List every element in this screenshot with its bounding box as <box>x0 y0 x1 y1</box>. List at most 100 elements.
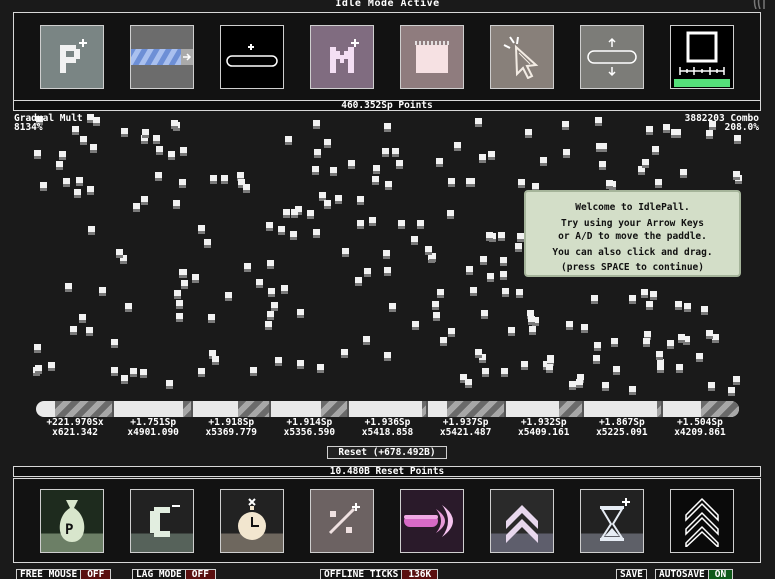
ball <box>90 144 97 153</box>
ball <box>173 200 180 209</box>
upgrade-grid-box[interactable] <box>400 25 464 89</box>
multiplier-fill <box>320 401 348 417</box>
multiplier-segment <box>428 401 506 417</box>
multiplier-segment <box>663 401 739 417</box>
multiplier-fill <box>183 401 191 417</box>
dialog-line: (press SPACE to continue) <box>561 262 704 273</box>
ball <box>594 342 601 351</box>
ball <box>363 336 370 345</box>
ball <box>65 283 72 292</box>
ball <box>142 129 149 138</box>
ball <box>581 324 588 333</box>
ball <box>529 326 536 335</box>
lag-mode-toggle[interactable]: LAG MODE OFF <box>132 569 216 579</box>
reset-button[interactable]: Reset (+678.492B) <box>327 446 447 459</box>
paddle-resize-icon <box>581 26 643 88</box>
ball <box>208 314 215 323</box>
ball <box>502 288 509 297</box>
multiplier-segment <box>271 401 350 417</box>
dialog-line: Try using your Arrow Keys <box>561 217 704 229</box>
percent-plus-icon <box>311 490 373 552</box>
ball <box>385 181 392 190</box>
ball <box>179 269 186 278</box>
welcome-dialog[interactable]: Welcome to IdlePall. Try using your Arro… <box>524 190 741 277</box>
upgrade-paddle-resize[interactable] <box>580 25 644 89</box>
multiplier-fill <box>446 401 504 417</box>
ball <box>436 158 443 167</box>
points-display: 460.352Sp Points <box>13 100 761 111</box>
ball <box>342 248 349 257</box>
upgrade-cursor-click[interactable] <box>490 25 554 89</box>
upgrade-paddle-plus[interactable] <box>220 25 284 89</box>
ball <box>291 209 298 218</box>
upgrade-triple-chevron[interactable] <box>670 489 734 553</box>
ball <box>99 287 106 296</box>
upgrade-hourglass[interactable] <box>580 489 644 553</box>
dialog-line: You can also click and drag. <box>552 246 713 258</box>
ball <box>678 334 685 343</box>
multiplier-fill <box>656 401 661 417</box>
ball <box>364 268 371 277</box>
ball <box>297 309 304 318</box>
multiplier-column: +1.932Sp x5409.161 <box>505 418 583 437</box>
save-button[interactable]: SAVE <box>616 569 647 579</box>
ball <box>454 142 461 151</box>
ball <box>70 326 77 335</box>
pink-bullet-icon <box>401 490 463 552</box>
multiplier-column: +1.918Sp x5369.779 <box>192 418 270 437</box>
ball <box>56 161 63 170</box>
combo-stats: 3882203 Combo 208.0% <box>685 114 759 133</box>
upgrade-striped-paddle[interactable] <box>130 25 194 89</box>
ball <box>265 321 272 330</box>
ball <box>488 151 495 160</box>
ball <box>595 117 602 126</box>
ball <box>641 289 648 298</box>
ball <box>384 267 391 276</box>
ball <box>121 375 128 384</box>
multiplier-factor: x5409.161 <box>517 426 570 438</box>
upgrade-square-ruler[interactable] <box>670 25 734 89</box>
upgrade-p-plus[interactable] <box>40 25 104 89</box>
upgrade-double-chevron[interactable] <box>490 489 554 553</box>
ball <box>680 169 687 178</box>
multiplier-factor: x4209.861 <box>674 426 726 438</box>
ball <box>79 314 86 323</box>
save-label[interactable]: SAVE <box>616 569 647 579</box>
ball <box>479 154 486 163</box>
ball <box>447 210 454 219</box>
double-chevron-icon <box>491 490 553 552</box>
autosave-toggle[interactable]: AUTOSAVE ON <box>655 569 734 579</box>
lag-mode-value[interactable]: OFF <box>185 569 216 579</box>
hourglass-icon <box>581 490 643 552</box>
upgrade-percent-plus[interactable] <box>310 489 374 553</box>
ball <box>500 271 507 280</box>
ball <box>80 136 87 145</box>
upgrade-c-minus[interactable] <box>130 489 194 553</box>
free-mouse-toggle[interactable]: FREE MOUSE OFF <box>16 569 112 579</box>
ball <box>475 118 482 127</box>
ball <box>734 135 741 144</box>
ball <box>525 129 532 138</box>
ball <box>650 291 657 300</box>
ball <box>341 349 348 358</box>
settings-icon[interactable] <box>753 0 773 10</box>
autosave-value[interactable]: ON <box>708 569 734 579</box>
ball <box>629 386 636 395</box>
multiplier-column: +1.504Sp x4209.861 <box>661 418 739 437</box>
ball <box>411 236 418 245</box>
ball <box>425 246 432 255</box>
ball <box>171 120 178 129</box>
ball <box>166 380 173 389</box>
ball <box>290 231 297 240</box>
ball <box>357 220 364 229</box>
upgrade-m-plus[interactable] <box>310 25 374 89</box>
ball <box>243 184 250 193</box>
multiplier-factor: x4901.090 <box>127 426 179 438</box>
upgrade-clock[interactable] <box>220 489 284 553</box>
ball <box>646 301 653 310</box>
upgrade-pink-bullet[interactable] <box>400 489 464 553</box>
multiplier-fill <box>700 401 739 417</box>
free-mouse-value[interactable]: OFF <box>81 569 112 579</box>
upgrade-money-bag[interactable]: P <box>40 489 104 553</box>
ball <box>465 379 472 388</box>
